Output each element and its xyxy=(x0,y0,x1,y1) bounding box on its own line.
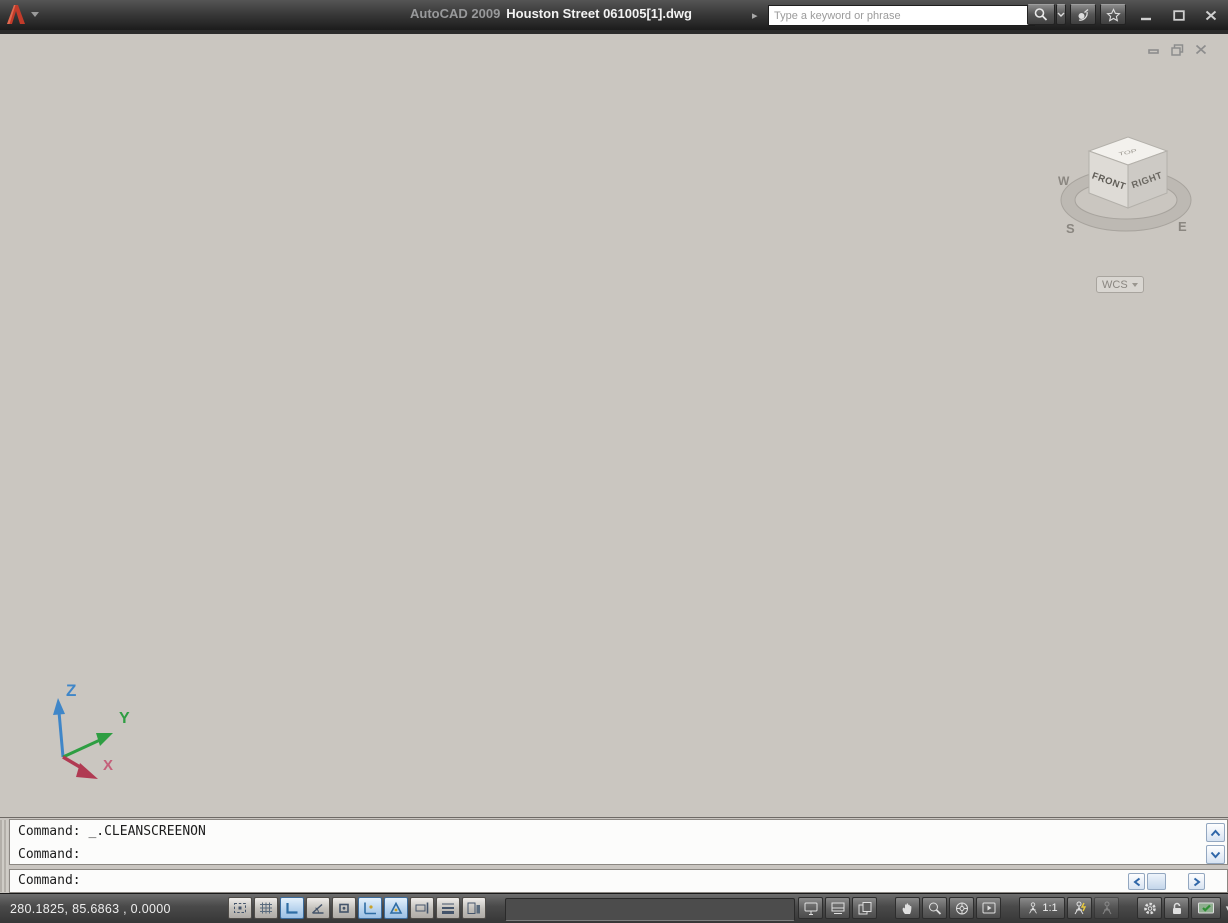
doc-restore-button[interactable] xyxy=(1169,42,1186,57)
communication-center-button[interactable] xyxy=(1070,4,1096,25)
toggle-grid-display[interactable] xyxy=(254,897,278,919)
app-minimize-button[interactable] xyxy=(1137,8,1155,23)
compass-east-label[interactable]: E xyxy=(1178,219,1187,234)
toggle-lineweight-display[interactable] xyxy=(436,897,460,919)
annotation-person-icon xyxy=(1029,901,1038,914)
layouts-icon xyxy=(831,902,844,914)
auto-annotation-button[interactable] xyxy=(1094,897,1119,919)
quick-view-layouts-button[interactable] xyxy=(825,897,850,919)
drawing-viewport[interactable] xyxy=(0,30,1228,817)
auto-annotation-icon xyxy=(1102,901,1111,914)
minimize-icon xyxy=(1141,17,1151,20)
command-scroll-right-button[interactable] xyxy=(1188,873,1205,890)
toggle-quick-properties[interactable] xyxy=(462,897,486,919)
command-scroll-down-button[interactable] xyxy=(1206,845,1225,864)
magnifier-icon xyxy=(928,902,941,915)
command-window-grip[interactable] xyxy=(0,820,8,892)
status-bar: 280.1825, 85.6863 , 0.0000 1:1 xyxy=(0,893,1228,923)
toggle-polar-tracking[interactable] xyxy=(306,897,330,919)
annotation-visibility-button[interactable] xyxy=(1067,897,1092,919)
search-collapse-arrow-icon[interactable]: ▸ xyxy=(752,9,758,22)
zoom-button[interactable] xyxy=(922,897,947,919)
chevron-right-icon xyxy=(1193,877,1201,886)
command-history[interactable]: Command: _.CLEANSCREENON Command: xyxy=(9,819,1228,865)
trusted-autodesk-button[interactable] xyxy=(1191,897,1221,919)
drawings-icon xyxy=(858,901,871,914)
logo-menu-chevron-down-icon[interactable] xyxy=(31,12,39,17)
steering-wheel-button[interactable] xyxy=(949,897,974,919)
command-prompt: Command: xyxy=(18,873,81,888)
model-button[interactable] xyxy=(798,897,823,919)
gear-icon xyxy=(1143,902,1156,914)
command-input[interactable]: Command: xyxy=(9,869,1228,893)
pan-button[interactable] xyxy=(895,897,920,919)
satellite-icon xyxy=(1078,8,1088,21)
autocad-logo-icon[interactable] xyxy=(3,2,29,28)
doc-close-button[interactable] xyxy=(1192,42,1209,57)
status-tray-inset xyxy=(505,898,795,921)
toggle-object-snap[interactable] xyxy=(332,897,356,919)
favorites-button[interactable] xyxy=(1100,4,1126,25)
minimize-icon xyxy=(1148,49,1159,54)
wcs-selector[interactable]: WCS xyxy=(1096,276,1144,293)
steering-wheel-icon xyxy=(955,902,968,914)
frame-shadow-strip xyxy=(0,30,1228,34)
maximize-icon xyxy=(1173,10,1185,21)
status-menu-chevron-icon[interactable]: ▾ xyxy=(1223,903,1228,914)
lock-icon xyxy=(1172,902,1181,914)
toggle-object-snap-tracking[interactable] xyxy=(358,897,382,919)
toggle-snap-mode[interactable] xyxy=(228,897,252,919)
compass-south-label[interactable]: S xyxy=(1066,221,1075,236)
show-motion-icon xyxy=(982,902,995,913)
chevron-down-icon xyxy=(1131,282,1138,287)
app-titlebar: AutoCAD 2009 Houston Street 061005[1].dwg… xyxy=(0,0,1228,30)
quick-view-drawings-button[interactable] xyxy=(852,897,877,919)
chevron-left-icon xyxy=(1132,877,1140,886)
command-scroll-left-button[interactable] xyxy=(1128,873,1145,890)
command-window: Command: _.CLEANSCREENON Command: Comman… xyxy=(0,817,1228,894)
command-scrollbar-thumb[interactable] xyxy=(1147,873,1166,890)
app-name: AutoCAD 2009 xyxy=(410,6,501,21)
coordinate-display[interactable]: 280.1825, 85.6863 , 0.0000 xyxy=(10,902,171,916)
command-scroll-up-button[interactable] xyxy=(1206,823,1225,842)
toggle-dynamic-ucs[interactable] xyxy=(384,897,408,919)
document-name: Houston Street 061005[1].dwg xyxy=(506,6,692,21)
document-window-controls xyxy=(1146,42,1209,57)
star-icon xyxy=(1105,7,1121,22)
show-motion-button[interactable] xyxy=(976,897,1001,919)
autocad-window: AutoCAD 2009 Houston Street 061005[1].dwg… xyxy=(0,0,1228,923)
workspace-switching-button[interactable] xyxy=(1137,897,1162,919)
app-maximize-button[interactable] xyxy=(1170,8,1188,23)
annotation-visibility-icon xyxy=(1074,901,1086,914)
toggle-ortho-mode[interactable] xyxy=(280,897,304,919)
model-icon xyxy=(804,902,817,915)
close-icon xyxy=(1195,44,1206,55)
search-dropdown-button[interactable] xyxy=(1056,4,1066,25)
magnifier-icon xyxy=(1034,8,1048,21)
window-title: AutoCAD 2009 Houston Street 061005[1].dwg xyxy=(410,6,692,21)
command-history-line: Command: xyxy=(18,847,81,862)
app-close-button[interactable] xyxy=(1202,8,1220,23)
chevron-up-icon xyxy=(1210,828,1221,836)
chevron-down-icon xyxy=(1057,12,1065,17)
search-input[interactable] xyxy=(768,5,1035,26)
status-right-group: 1:1 xyxy=(798,897,1228,919)
annotation-scale-value: 1:1 xyxy=(1042,902,1058,914)
status-toggle-group xyxy=(228,897,486,919)
close-icon xyxy=(1205,10,1217,21)
screen-check-icon xyxy=(1198,902,1214,913)
pan-hand-icon xyxy=(902,902,911,914)
command-history-line: Command: _.CLEANSCREENON xyxy=(18,824,206,839)
doc-minimize-button[interactable] xyxy=(1146,42,1163,57)
toolbar-lock-button[interactable] xyxy=(1164,897,1189,919)
wcs-label: WCS xyxy=(1102,278,1128,291)
annotation-scale-button[interactable]: 1:1 xyxy=(1019,897,1065,919)
toggle-dynamic-input[interactable] xyxy=(410,897,434,919)
search-button[interactable] xyxy=(1027,4,1055,25)
chevron-down-icon xyxy=(1210,851,1221,859)
restore-icon xyxy=(1171,43,1184,56)
compass-west-label[interactable]: W xyxy=(1058,174,1070,188)
